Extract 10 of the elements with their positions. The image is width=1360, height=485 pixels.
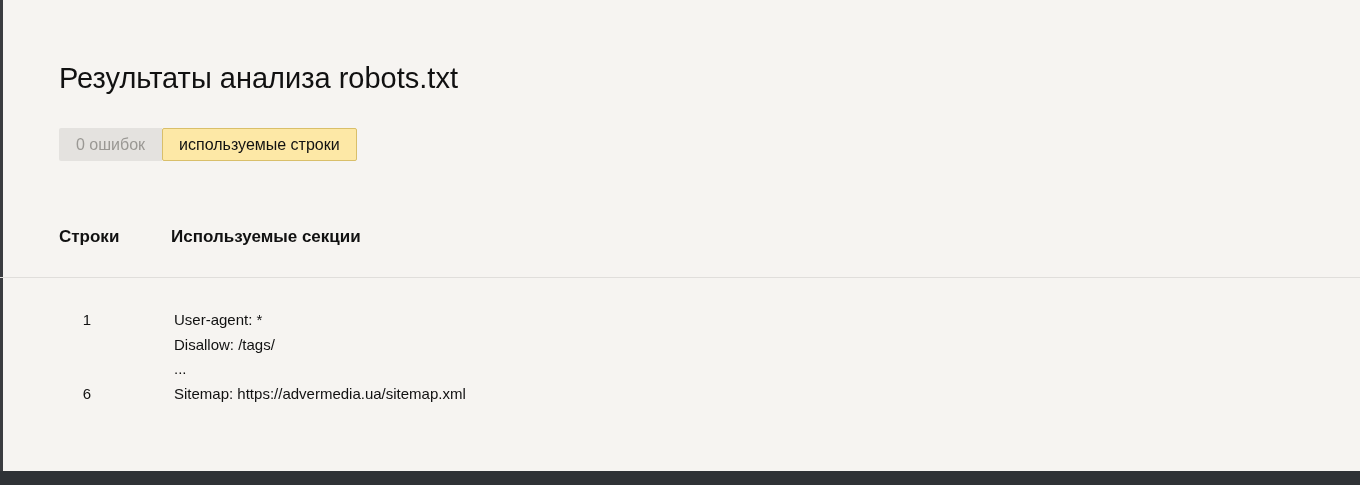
directive-text: Sitemap: https://advermedia.ua/sitemap.xml — [174, 383, 466, 404]
directive-text: ... — [174, 359, 187, 379]
column-header: Используемые секции — [171, 227, 361, 247]
directive-text: Disallow: /tags/ — [174, 334, 275, 355]
line-number: 6 — [81, 383, 93, 404]
column-header: Строки — [59, 227, 121, 247]
line-number: 1 — [81, 310, 93, 330]
page-title: Результаты анализа robots.txt — [58, 61, 459, 96]
filter-tab[interactable]: используемые строки — [162, 128, 357, 161]
directive-text: User-agent: * — [174, 310, 263, 330]
